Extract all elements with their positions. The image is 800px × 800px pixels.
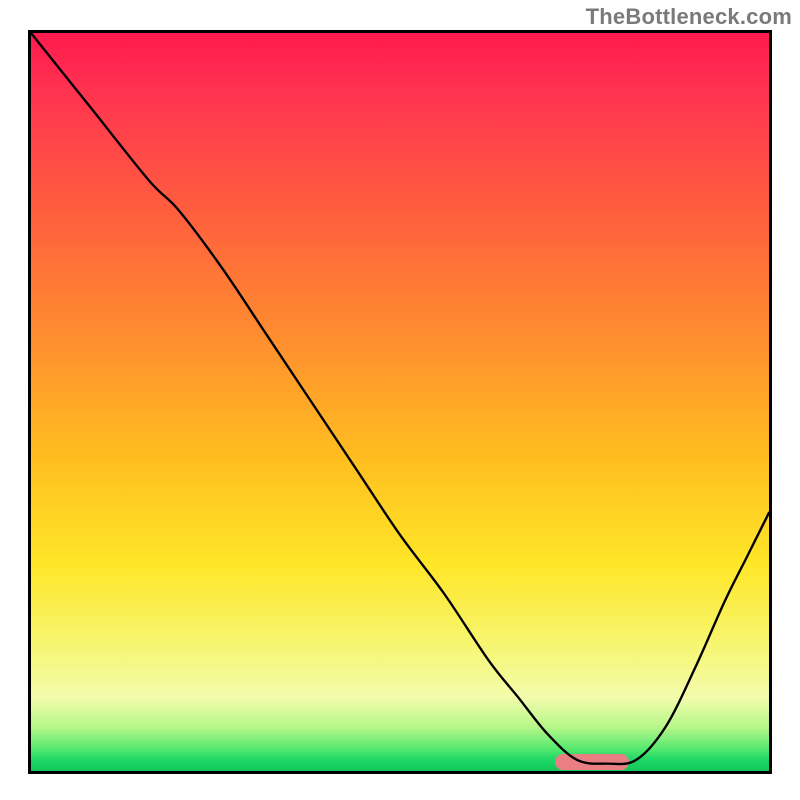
plot-area xyxy=(28,30,772,774)
bottleneck-curve xyxy=(31,33,769,771)
chart-container: TheBottleneck.com xyxy=(0,0,800,800)
watermark-text: TheBottleneck.com xyxy=(586,4,792,30)
